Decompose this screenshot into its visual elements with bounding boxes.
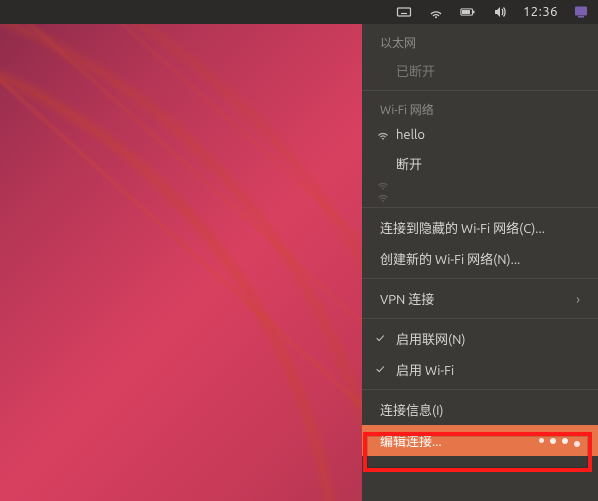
loading-dots-icon xyxy=(539,438,580,444)
separator xyxy=(362,389,598,390)
battery-indicator-icon[interactable] xyxy=(459,3,477,21)
edit-connections-label: 编辑连接... xyxy=(380,431,442,450)
connect-hidden-wifi-item[interactable]: 连接到隐藏的 Wi-Fi 网络(C)... xyxy=(362,212,598,243)
network-menu: 以太网 已断开 Wi-Fi 网络 hello 断开 xyxy=(362,24,598,501)
wifi-section-label: Wi-Fi 网络 xyxy=(362,95,598,122)
clock[interactable]: 12:36 xyxy=(523,5,558,19)
enable-wifi-toggle[interactable]: 启用 Wi-Fi xyxy=(362,354,598,385)
wifi-signal-icon xyxy=(376,191,390,203)
ethernet-section-label: 以太网 xyxy=(362,28,598,55)
wifi-network-hello[interactable]: hello xyxy=(362,122,598,148)
wifi-signal-icon xyxy=(376,179,390,191)
wifi-network-label: hello xyxy=(396,128,425,142)
vpn-connections-item[interactable]: VPN 连接 › xyxy=(362,283,598,314)
wifi-signal-icon xyxy=(376,129,390,141)
connect-hidden-wifi-label: 连接到隐藏的 Wi-Fi 网络(C)... xyxy=(380,218,545,237)
separator xyxy=(362,278,598,279)
enable-networking-toggle[interactable]: 启用联网(N) xyxy=(362,323,598,354)
connection-info-item[interactable]: 连接信息(I) xyxy=(362,394,598,425)
create-new-wifi-label: 创建新的 Wi-Fi 网络(N)... xyxy=(380,249,520,268)
separator xyxy=(362,90,598,91)
separator xyxy=(362,207,598,208)
top-panel: 12:36 xyxy=(0,0,598,24)
create-new-wifi-item[interactable]: 创建新的 Wi-Fi 网络(N)... xyxy=(362,243,598,274)
vpn-connections-label: VPN 连接 xyxy=(380,289,434,308)
wifi-disconnect-label: 断开 xyxy=(396,154,422,173)
keyboard-indicator-icon[interactable] xyxy=(395,3,413,21)
network-indicator-icon[interactable] xyxy=(427,3,445,21)
enable-networking-label: 启用联网(N) xyxy=(396,329,465,348)
wifi-disconnect-item[interactable]: 断开 xyxy=(362,148,598,179)
connection-info-label: 连接信息(I) xyxy=(380,400,444,419)
chevron-right-icon: › xyxy=(576,291,580,307)
ethernet-disconnected-item: 已断开 xyxy=(362,55,598,86)
wifi-network-empty-1 xyxy=(362,179,598,191)
edit-connections-item[interactable]: 编辑连接... xyxy=(362,425,598,456)
separator xyxy=(362,318,598,319)
enable-wifi-label: 启用 Wi-Fi xyxy=(396,360,454,379)
session-indicator-icon[interactable] xyxy=(572,3,590,21)
ethernet-disconnected-label: 已断开 xyxy=(396,61,435,80)
sound-indicator-icon[interactable] xyxy=(491,3,509,21)
wifi-network-empty-2 xyxy=(362,191,598,203)
